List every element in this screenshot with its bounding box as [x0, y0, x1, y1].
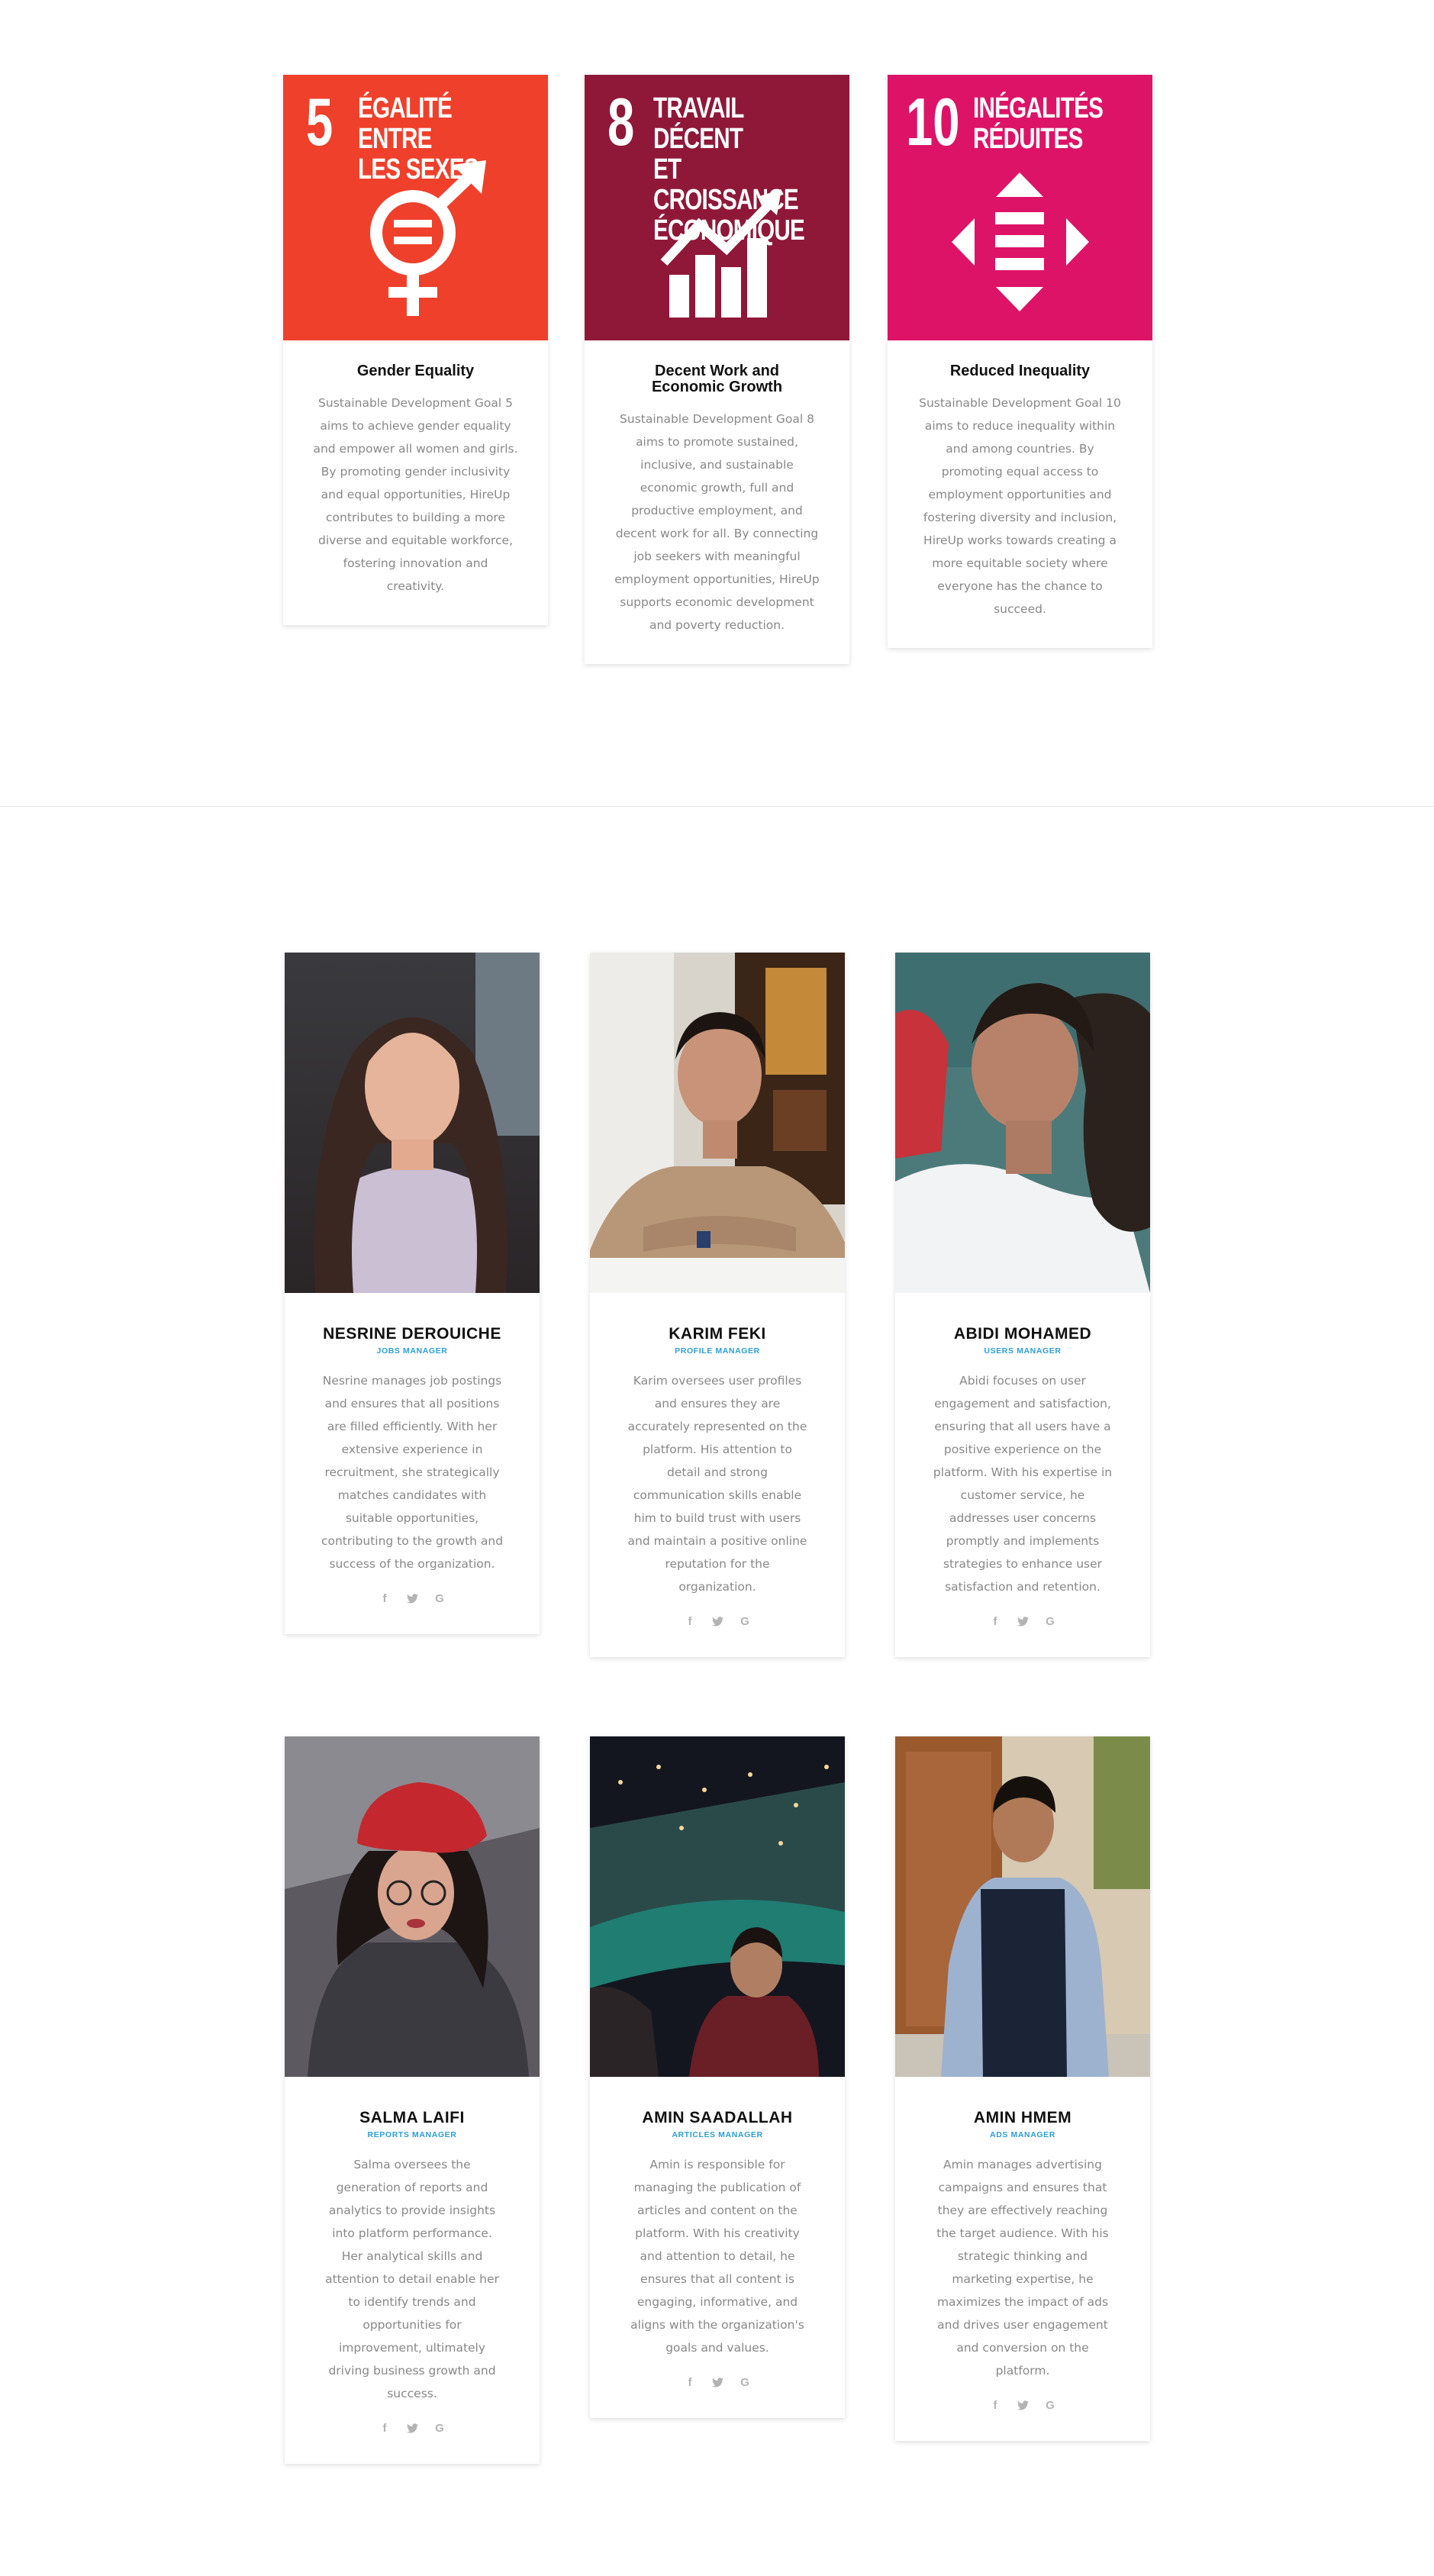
section-divider — [0, 806, 1434, 807]
team-card-body: ABIDI MOHAMED USERS MANAGER Abidi focuse… — [895, 1293, 1150, 1657]
social-links: f G — [910, 2399, 1135, 2412]
sdg-card-body: Decent Work and Economic Growth Sustaina… — [585, 340, 849, 664]
sdg-description: Sustainable Development Goal 10 aims to … — [919, 396, 1121, 616]
team-card: SALMA LAIFI REPORTS MANAGER Salma overse… — [285, 1736, 540, 2464]
google-icon[interactable]: G — [739, 2376, 751, 2389]
twitter-icon[interactable] — [711, 2376, 723, 2389]
facebook-icon[interactable]: f — [379, 1592, 391, 1605]
member-name: KARIM FEKI — [669, 1325, 766, 1343]
social-links: f G — [605, 2376, 830, 2389]
member-photo — [285, 1736, 540, 2077]
google-icon[interactable]: G — [1044, 1615, 1056, 1628]
google-icon[interactable]: G — [739, 1615, 751, 1628]
sdg-card-gender-equality: 5 ÉGALITÉ ENTRE LES SEXES Gender Equalit… — [283, 75, 548, 625]
member-name: SALMA LAIFI — [359, 2109, 465, 2126]
member-bio: Amin is responsible for managing the pub… — [630, 2158, 804, 2355]
sdg-description: Sustainable Development Goal 8 aims to p… — [614, 412, 820, 632]
sdg-10-tile: 10 INÉGALITÉS RÉDUITES — [888, 75, 1152, 340]
member-role: USERS MANAGER — [984, 1346, 1062, 1356]
sdg-card-reduced-inequality: 10 INÉGALITÉS RÉDUITES Reduced Inequalit… — [888, 75, 1152, 648]
member-name: ABIDI MOHAMED — [953, 1325, 1092, 1343]
team-card-body: NESRINE DEROUICHE JOBS MANAGER Nesrine m… — [285, 1293, 540, 1634]
twitter-icon[interactable] — [1017, 2399, 1029, 2412]
social-links: f G — [605, 1615, 830, 1628]
member-bio: Karim oversees user profiles and ensures… — [627, 1374, 807, 1594]
member-role: ADS MANAGER — [990, 2130, 1055, 2139]
team-card: AMIN HMEM ADS MANAGER Amin manages adver… — [895, 1736, 1150, 2441]
sdg-description: Sustainable Development Goal 5 aims to a… — [313, 396, 518, 593]
member-bio: Nesrine manages job postings and ensures… — [321, 1374, 504, 1571]
sdg-title: Gender Equality — [356, 363, 475, 379]
social-links: f G — [300, 2422, 524, 2435]
member-bio: Abidi focuses on user engagement and sat… — [933, 1374, 1113, 1594]
sdg-5-tile: 5 ÉGALITÉ ENTRE LES SEXES — [283, 75, 548, 340]
team-card: KARIM FEKI PROFILE MANAGER Karim oversee… — [590, 953, 845, 1657]
google-icon[interactable]: G — [433, 2422, 446, 2435]
member-bio: Salma oversees the generation of reports… — [325, 2158, 499, 2400]
google-icon[interactable]: G — [433, 1592, 446, 1605]
growth-chart-icon — [660, 189, 781, 318]
team-card-body: KARIM FEKI PROFILE MANAGER Karim oversee… — [590, 1293, 845, 1657]
twitter-icon[interactable] — [406, 1592, 418, 1605]
sdg-8-tile: 8 TRAVAIL DÉCENT ET CROISSANCE ÉCONOMIQU… — [585, 75, 849, 340]
team-card: ABIDI MOHAMED USERS MANAGER Abidi focuse… — [895, 953, 1150, 1657]
member-photo — [895, 953, 1150, 1293]
team-card-body: AMIN HMEM ADS MANAGER Amin manages adver… — [895, 2077, 1150, 2441]
sdg-title: Reduced Inequality — [949, 363, 1091, 379]
member-role: ARTICLES MANAGER — [672, 2130, 763, 2139]
facebook-icon[interactable]: f — [989, 1615, 1001, 1628]
member-photo — [590, 953, 845, 1293]
twitter-icon[interactable] — [406, 2422, 418, 2435]
sdg-card-decent-work: 8 TRAVAIL DÉCENT ET CROISSANCE ÉCONOMIQU… — [585, 75, 849, 664]
member-bio: Amin manages advertising campaigns and e… — [936, 2158, 1109, 2378]
social-links: f G — [300, 1592, 524, 1605]
team-card: AMIN SAADALLAH ARTICLES MANAGER Amin is … — [590, 1736, 845, 2418]
sdg-card-body: Gender Equality Sustainable Development … — [283, 340, 548, 625]
facebook-icon[interactable]: f — [989, 2399, 1001, 2412]
google-icon[interactable]: G — [1044, 2399, 1056, 2412]
member-photo — [895, 1736, 1150, 2077]
facebook-icon[interactable]: f — [684, 2376, 696, 2389]
gender-equality-icon — [370, 160, 486, 316]
member-role: REPORTS MANAGER — [367, 2130, 457, 2139]
member-name: AMIN HMEM — [973, 2109, 1072, 2126]
member-name: AMIN SAADALLAH — [642, 2109, 793, 2126]
team-card-body: AMIN SAADALLAH ARTICLES MANAGER Amin is … — [590, 2077, 845, 2418]
twitter-icon[interactable] — [711, 1615, 723, 1628]
member-photo — [590, 1736, 845, 2077]
social-links: f G — [910, 1615, 1135, 1628]
sdg-title: Decent Work and Economic Growth — [651, 363, 783, 395]
sdg-card-body: Reduced Inequality Sustainable Developme… — [888, 340, 1152, 648]
member-role: JOBS MANAGER — [376, 1346, 448, 1356]
twitter-icon[interactable] — [1017, 1615, 1029, 1628]
facebook-icon[interactable]: f — [379, 2422, 391, 2435]
team-card-body: SALMA LAIFI REPORTS MANAGER Salma overse… — [285, 2077, 540, 2464]
member-name: NESRINE DEROUICHE — [323, 1325, 501, 1343]
facebook-icon[interactable]: f — [684, 1615, 696, 1628]
reduced-inequality-icon — [952, 172, 1089, 311]
member-photo — [285, 953, 540, 1293]
team-card: NESRINE DEROUICHE JOBS MANAGER Nesrine m… — [285, 953, 540, 1634]
member-role: PROFILE MANAGER — [675, 1346, 760, 1356]
